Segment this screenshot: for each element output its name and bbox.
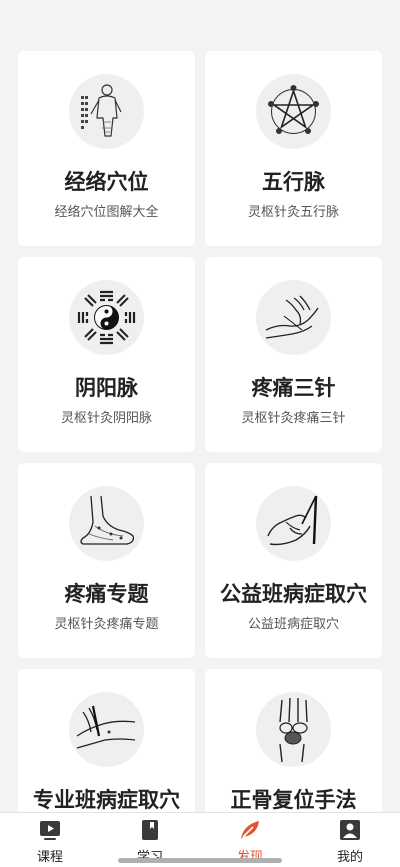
arm-needle-icon — [69, 692, 144, 767]
card-title: 公益班病症取穴 — [220, 582, 367, 606]
card-subtitle: 灵枢针灸疼痛三针 — [241, 411, 346, 426]
card-title: 阴阳脉 — [75, 376, 138, 400]
yin-yang-bagua-icon — [69, 280, 144, 355]
card-title: 正骨复位手法 — [230, 788, 357, 812]
card-title: 疼痛三针 — [251, 376, 336, 400]
card-meridian-points[interactable]: 经络穴位 经络穴位图解大全 — [18, 51, 195, 246]
hand-needle-icon — [256, 280, 331, 355]
card-title: 经络穴位 — [64, 170, 149, 194]
card-subtitle: 灵枢针灸疼痛专题 — [54, 617, 159, 632]
card-bone-setting[interactable]: 正骨复位手法 — [205, 669, 382, 812]
card-professional-class-points[interactable]: 专业班病症取穴 — [18, 669, 195, 812]
card-subtitle: 公益班病症取穴 — [247, 617, 339, 632]
tab-profile[interactable]: 我的 — [300, 813, 400, 867]
card-pain-three-needles[interactable]: 疼痛三针 灵枢针灸疼痛三针 — [205, 257, 382, 452]
tab-course[interactable]: 课程 — [0, 813, 100, 867]
profile-icon — [339, 819, 361, 841]
card-charity-class-points[interactable]: 公益班病症取穴 公益班病症取穴 — [205, 463, 382, 658]
meridian-figure-icon — [69, 74, 144, 149]
course-video-icon — [39, 819, 61, 841]
foot-icon — [69, 486, 144, 561]
study-book-icon — [139, 819, 161, 841]
home-indicator — [118, 858, 282, 863]
hand-pinch-icon — [256, 486, 331, 561]
wrist-bones-icon — [256, 692, 331, 767]
card-subtitle: 灵枢针灸阴阳脉 — [60, 411, 152, 426]
card-subtitle: 灵枢针灸五行脉 — [247, 205, 339, 220]
card-title: 专业班病症取穴 — [33, 788, 180, 812]
card-yin-yang-pulse[interactable]: 阴阳脉 灵枢针灸阴阳脉 — [18, 257, 195, 452]
card-subtitle: 经络穴位图解大全 — [54, 205, 159, 220]
card-title: 疼痛专题 — [64, 582, 149, 606]
discover-grid: 经络穴位 经络穴位图解大全 五行脉 灵枢针灸五行脉 阴阳脉 灵枢针灸阴阳脉 疼痛… — [0, 0, 400, 812]
discover-leaf-icon — [239, 819, 261, 841]
tab-label: 我的 — [336, 850, 363, 865]
card-title: 五行脉 — [262, 170, 325, 194]
five-elements-star-icon — [256, 74, 331, 149]
tab-label: 课程 — [36, 850, 63, 865]
card-five-elements-pulse[interactable]: 五行脉 灵枢针灸五行脉 — [205, 51, 382, 246]
card-pain-topics[interactable]: 疼痛专题 灵枢针灸疼痛专题 — [18, 463, 195, 658]
